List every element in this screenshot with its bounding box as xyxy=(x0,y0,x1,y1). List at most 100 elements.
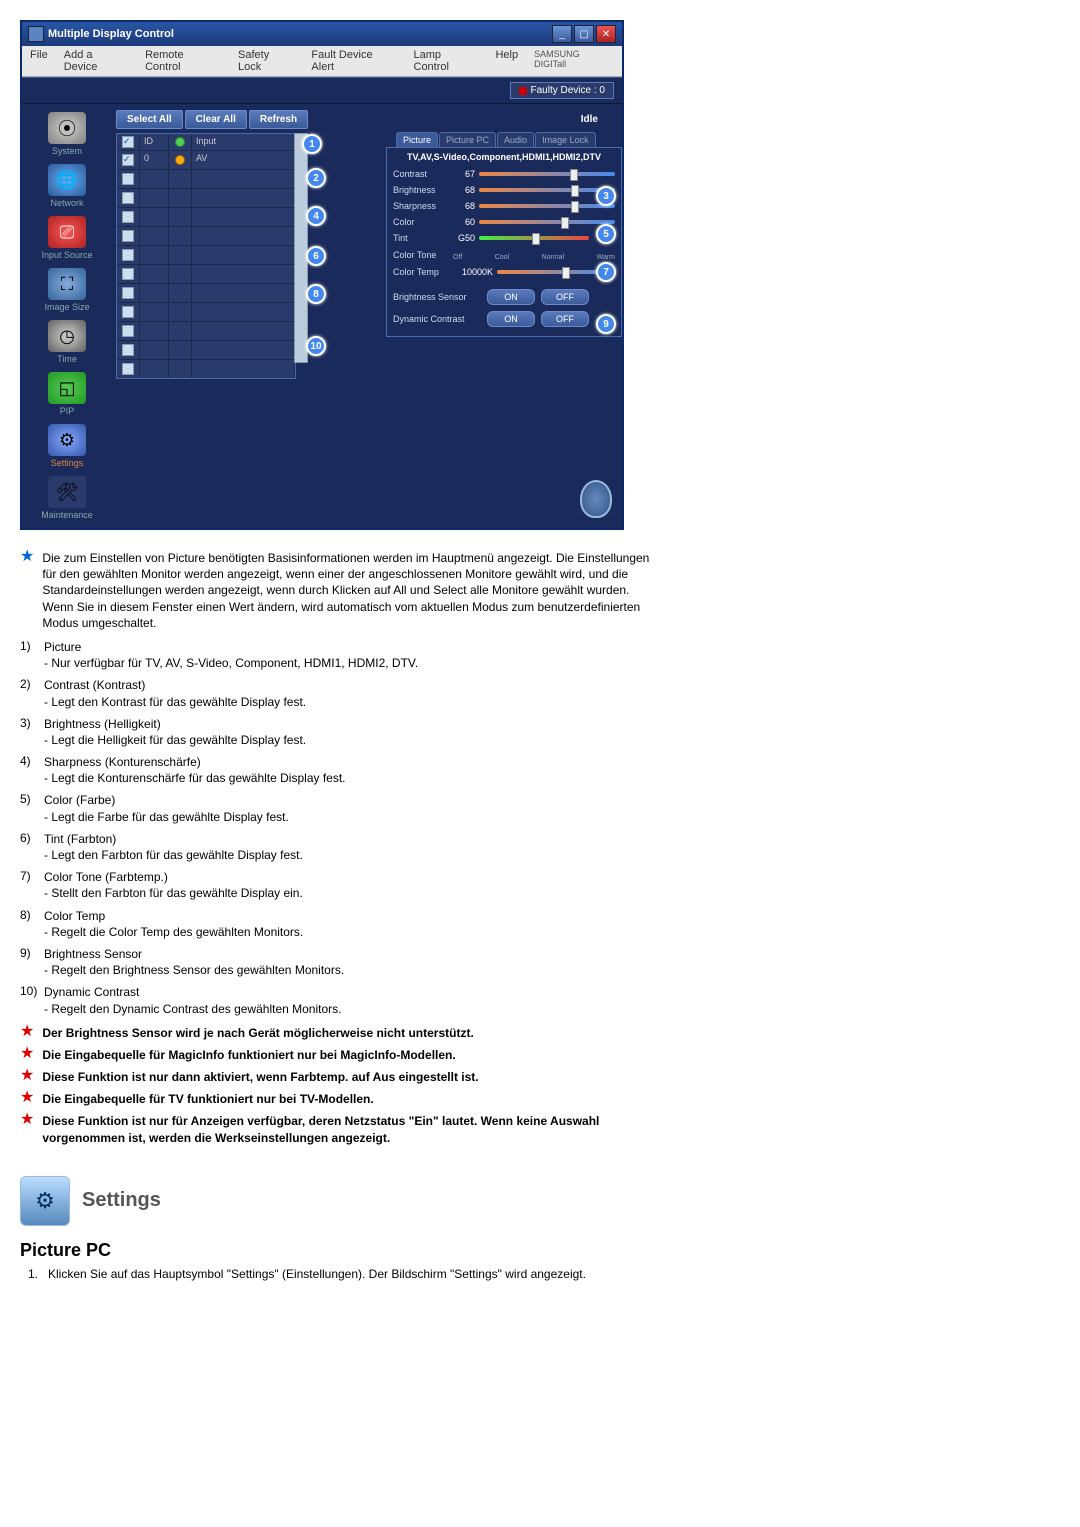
image-size-icon: ⛶ xyxy=(48,268,86,300)
menu-help[interactable]: Help xyxy=(487,46,526,76)
main-area: ⦿System 🌐Network ⎚Input Source ⛶Image Si… xyxy=(22,104,622,528)
table-row[interactable] xyxy=(117,169,295,188)
checkbox-icon[interactable] xyxy=(122,287,134,299)
colortemp-row: Color Temp10000K xyxy=(393,264,615,280)
sidebar: ⦿System 🌐Network ⎚Input Source ⛶Image Si… xyxy=(22,104,112,528)
color-slider[interactable] xyxy=(479,220,615,224)
tab-picture-pc[interactable]: Picture PC xyxy=(439,132,496,147)
sidebar-item-image-size[interactable]: ⛶Image Size xyxy=(22,264,112,316)
table-scrollbar[interactable] xyxy=(294,133,308,363)
header-check[interactable] xyxy=(117,134,140,150)
table-row[interactable] xyxy=(117,207,295,226)
mode-line: TV,AV,S-Video,Component,HDMI1,HDMI2,DTV xyxy=(393,152,615,162)
sidebar-item-maintenance[interactable]: 🛠Maintenance xyxy=(22,472,112,524)
table-row[interactable] xyxy=(117,264,295,283)
idle-label: Idle xyxy=(581,114,598,125)
app-icon xyxy=(28,26,44,42)
star-icon: ★ xyxy=(20,1047,34,1061)
checkbox-icon[interactable] xyxy=(122,211,134,223)
checkbox-icon[interactable] xyxy=(122,306,134,318)
brand-label: SAMSUNG DIGITall xyxy=(526,46,622,76)
clear-all-button[interactable]: Clear All xyxy=(185,110,247,129)
contrast-row: Contrast67 xyxy=(393,166,615,182)
picture-pc-heading: Picture PC xyxy=(20,1240,660,1261)
cell-id: 0 xyxy=(140,151,169,169)
callout-7: 7 xyxy=(596,262,616,282)
tab-picture[interactable]: Picture xyxy=(396,132,438,147)
menu-remote-control[interactable]: Remote Control xyxy=(137,46,230,76)
menu-add-device[interactable]: Add a Device xyxy=(56,46,137,76)
refresh-button[interactable]: Refresh xyxy=(249,110,308,129)
pip-icon: ◱ xyxy=(48,372,86,404)
picture-panel: Picture Picture PC Audio Image Lock TV,A… xyxy=(386,132,622,337)
table-row[interactable] xyxy=(117,321,295,340)
app-window: Multiple Display Control _ ▢ ✕ File Add … xyxy=(20,20,624,530)
star-icon: ★ xyxy=(20,1069,34,1083)
input-source-icon: ⎚ xyxy=(48,216,86,248)
checkbox-icon[interactable] xyxy=(122,344,134,356)
callout-1: 1 xyxy=(302,134,322,154)
tab-image-lock[interactable]: Image Lock xyxy=(535,132,596,147)
table-row[interactable] xyxy=(117,359,295,378)
sidebar-item-time[interactable]: ◷Time xyxy=(22,316,112,368)
device-table: ID Input 0 AV xyxy=(116,133,296,379)
table-row[interactable] xyxy=(117,302,295,321)
table-row[interactable] xyxy=(117,245,295,264)
power-icon xyxy=(580,480,612,518)
close-button[interactable]: ✕ xyxy=(596,25,616,43)
table-row[interactable] xyxy=(117,188,295,207)
menu-lamp-control[interactable]: Lamp Control xyxy=(406,46,488,76)
checkbox-icon[interactable] xyxy=(122,325,134,337)
tint-slider[interactable] xyxy=(479,236,589,240)
table-row[interactable] xyxy=(117,340,295,359)
callout-5: 5 xyxy=(596,224,616,244)
checkbox-icon[interactable] xyxy=(122,192,134,204)
maximize-button[interactable]: ▢ xyxy=(574,25,594,43)
brightness-sensor-on-button[interactable]: ON xyxy=(487,289,535,305)
time-icon: ◷ xyxy=(48,320,86,352)
table-row[interactable] xyxy=(117,283,295,302)
colortone-row: Color ToneOffCoolNormalWarm xyxy=(393,246,615,264)
dynamic-contrast-on-button[interactable]: ON xyxy=(487,311,535,327)
dynamic-contrast-off-button[interactable]: OFF xyxy=(541,311,589,327)
note-2: Die Eingabequelle für MagicInfo funktion… xyxy=(42,1047,660,1063)
brightness-sensor-off-button[interactable]: OFF xyxy=(541,289,589,305)
star-icon: ★ xyxy=(20,550,34,564)
menu-fault-device-alert[interactable]: Fault Device Alert xyxy=(303,46,405,76)
checkbox-icon[interactable] xyxy=(122,230,134,242)
faulty-indicator-icon xyxy=(519,87,527,95)
select-all-button[interactable]: Select All xyxy=(116,110,183,129)
checkbox-icon[interactable] xyxy=(122,363,134,375)
checkbox-icon[interactable] xyxy=(122,154,134,166)
table-row[interactable] xyxy=(117,226,295,245)
callout-3: 3 xyxy=(596,186,616,206)
sidebar-item-system[interactable]: ⦿System xyxy=(22,108,112,160)
checkbox-icon xyxy=(122,136,134,148)
table-row[interactable]: 0 AV xyxy=(117,150,295,169)
tab-audio[interactable]: Audio xyxy=(497,132,534,147)
sidebar-item-settings[interactable]: ⚙Settings xyxy=(22,420,112,472)
sharpness-row: Sharpness68 xyxy=(393,198,615,214)
checkbox-icon[interactable] xyxy=(122,249,134,261)
sidebar-item-input-source[interactable]: ⎚Input Source xyxy=(22,212,112,264)
sidebar-item-network[interactable]: 🌐Network xyxy=(22,160,112,212)
color-tone-track[interactable]: OffCoolNormalWarm xyxy=(453,249,615,261)
contrast-slider[interactable] xyxy=(479,172,615,176)
faulty-device-box: Faulty Device : 0 xyxy=(510,82,614,99)
faulty-device-label: Faulty Device : 0 xyxy=(531,85,605,96)
note-4: Die Eingabequelle für TV funktioniert nu… xyxy=(42,1091,660,1107)
callout-9: 9 xyxy=(596,314,616,334)
callout-2: 2 xyxy=(306,168,326,188)
sharpness-slider[interactable] xyxy=(479,204,615,208)
checkbox-icon[interactable] xyxy=(122,268,134,280)
menu-file[interactable]: File xyxy=(22,46,56,76)
checkbox-icon[interactable] xyxy=(122,173,134,185)
note-3: Diese Funktion ist nur dann aktiviert, w… xyxy=(42,1069,660,1085)
picture-pc-step-1: Klicken Sie auf das Hauptsymbol "Setting… xyxy=(48,1267,586,1281)
brightness-slider[interactable] xyxy=(479,188,615,192)
callout-6: 6 xyxy=(306,246,326,266)
intro-text: Die zum Einstellen von Picture benötigte… xyxy=(42,550,660,631)
menu-safety-lock[interactable]: Safety Lock xyxy=(230,46,303,76)
minimize-button[interactable]: _ xyxy=(552,25,572,43)
sidebar-item-pip[interactable]: ◱PIP xyxy=(22,368,112,420)
